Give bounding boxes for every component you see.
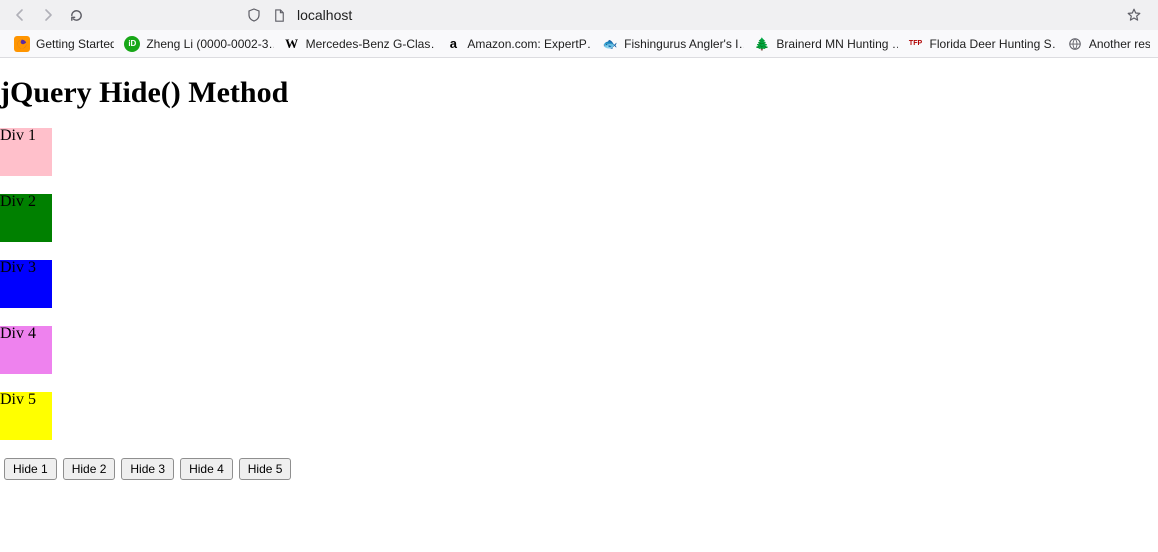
bookmark-label: Another res (1089, 37, 1150, 51)
bookmark-item[interactable]: 🌲 Brainerd MN Hunting … (748, 34, 897, 54)
back-button[interactable] (8, 3, 32, 27)
button-row: Hide 1 Hide 2 Hide 3 Hide 4 Hide 5 (0, 458, 1158, 480)
bookmarks-bar: Getting Started iD Zheng Li (0000-0002-3… (0, 30, 1158, 58)
shield-icon (246, 7, 262, 23)
arrow-right-icon (40, 7, 56, 23)
box-container: Div 1 Div 2 Div 3 Div 4 Div 5 (0, 128, 1158, 440)
orcid-icon: iD (124, 36, 140, 52)
bookmark-item[interactable]: iD Zheng Li (0000-0002-3… (118, 34, 273, 54)
div-box-4: Div 4 (0, 326, 52, 374)
box-label: Div 2 (0, 193, 36, 210)
box-label: Div 1 (0, 127, 36, 144)
bookmark-item[interactable]: TFP Florida Deer Hunting S… (902, 34, 1057, 54)
amazon-icon: a (445, 36, 461, 52)
globe-icon (1067, 36, 1083, 52)
bookmark-item[interactable]: Another res (1061, 34, 1150, 54)
bookmark-item[interactable]: a Amazon.com: ExpertP… (439, 34, 592, 54)
hide-3-button[interactable]: Hide 3 (121, 458, 174, 480)
hide-2-button[interactable]: Hide 2 (63, 458, 116, 480)
bookmark-label: Zheng Li (0000-0002-3… (146, 37, 273, 51)
div-box-2: Div 2 (0, 194, 52, 242)
browser-nav-bar: localhost (0, 0, 1158, 30)
address-bar[interactable]: localhost (246, 7, 352, 23)
firefox-icon (14, 36, 30, 52)
page-title: jQuery Hide() Method (0, 76, 1158, 110)
box-label: Div 4 (0, 325, 36, 342)
toolbar-right (1122, 3, 1150, 27)
bookmark-label: Amazon.com: ExpertP… (467, 37, 592, 51)
fish-icon: 🐟 (602, 36, 618, 52)
page-icon (272, 8, 287, 23)
url-text: localhost (297, 7, 352, 23)
bookmark-star-button[interactable] (1122, 3, 1146, 27)
reload-button[interactable] (64, 3, 88, 27)
page-content: jQuery Hide() Method Div 1 Div 2 Div 3 D… (0, 76, 1158, 480)
tfp-icon: TFP (908, 36, 924, 52)
bookmark-label: Florida Deer Hunting S… (930, 37, 1057, 51)
bookmark-label: Fishingurus Angler's I… (624, 37, 744, 51)
bookmark-item[interactable]: Getting Started (8, 34, 114, 54)
bookmark-label: Mercedes-Benz G-Clas… (306, 37, 436, 51)
hide-4-button[interactable]: Hide 4 (180, 458, 233, 480)
arrow-left-icon (12, 7, 28, 23)
forward-button[interactable] (36, 3, 60, 27)
bookmark-label: Getting Started (36, 37, 114, 51)
tree-icon: 🌲 (754, 36, 770, 52)
star-icon (1126, 7, 1142, 23)
box-label: Div 3 (0, 259, 36, 276)
box-label: Div 5 (0, 391, 36, 408)
div-box-1: Div 1 (0, 128, 52, 176)
hide-1-button[interactable]: Hide 1 (4, 458, 57, 480)
div-box-3: Div 3 (0, 260, 52, 308)
div-box-5: Div 5 (0, 392, 52, 440)
bookmark-item[interactable]: W Mercedes-Benz G-Clas… (278, 34, 436, 54)
bookmark-label: Brainerd MN Hunting … (776, 37, 897, 51)
reload-icon (69, 8, 84, 23)
hide-5-button[interactable]: Hide 5 (239, 458, 292, 480)
bookmark-item[interactable]: 🐟 Fishingurus Angler's I… (596, 34, 744, 54)
wikipedia-icon: W (284, 36, 300, 52)
